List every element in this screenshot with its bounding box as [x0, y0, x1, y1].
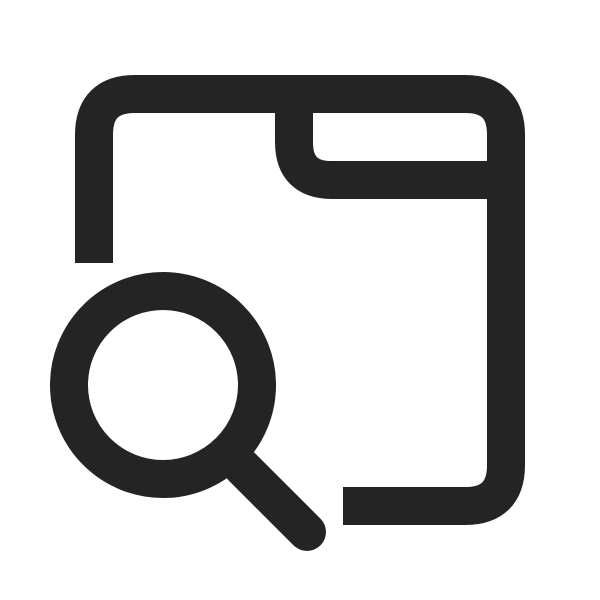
window-search-icon	[50, 75, 525, 551]
icon-canvas	[0, 0, 600, 600]
magnifier-lens	[50, 272, 276, 498]
magnifier-handle	[223, 448, 326, 551]
